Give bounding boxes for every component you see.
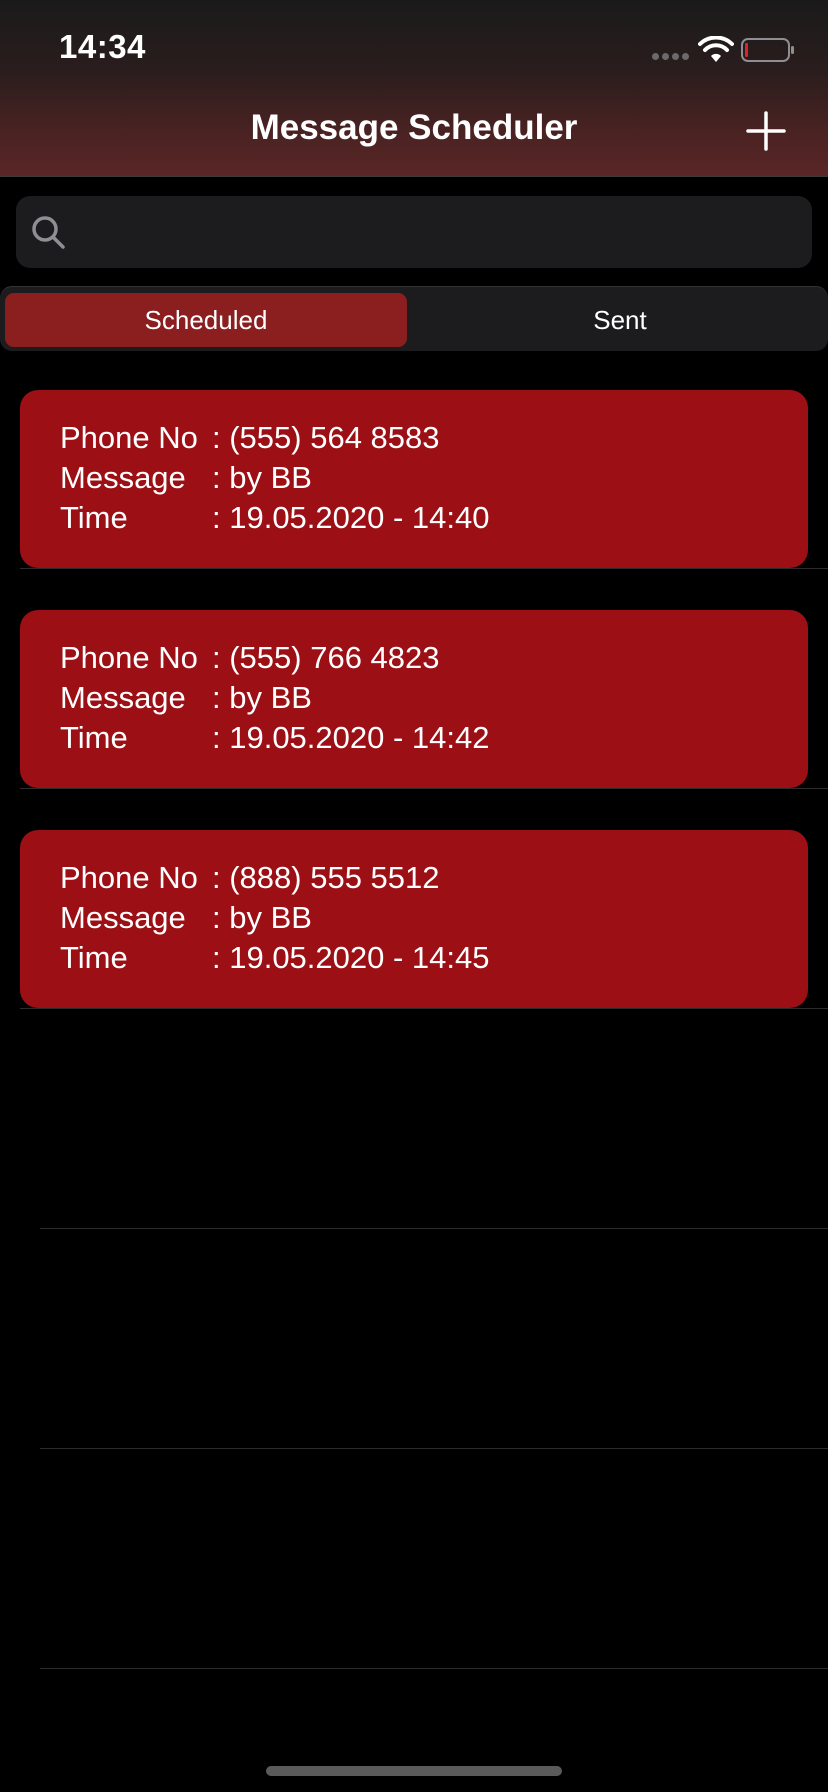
- row-separator: [20, 1008, 828, 1009]
- tab-sent[interactable]: Sent: [416, 293, 824, 347]
- search-input[interactable]: [78, 206, 802, 260]
- scheduled-message-card[interactable]: Phone No: (888) 555 5512 Message: by BB …: [20, 830, 808, 1008]
- message-label: Message: [60, 460, 186, 495]
- time-value: : 19.05.2020 - 14:40: [212, 500, 490, 535]
- time-row: Time : 19.05.2020 - 14:45: [60, 940, 490, 976]
- phone-value: : (555) 564 8583: [212, 420, 440, 455]
- search-icon: [32, 216, 65, 249]
- tab-scheduled[interactable]: Scheduled: [5, 293, 407, 347]
- cellular-signal-icon: [652, 53, 692, 63]
- time-label: Time: [60, 500, 128, 535]
- phone-row: Phone No : (555) 766 4823: [60, 640, 440, 676]
- row-separator: [20, 568, 828, 569]
- row-separator: [20, 788, 828, 789]
- navigation-bar: 14:34 Message Scheduler: [0, 0, 828, 177]
- message-value: : by BB: [212, 680, 312, 715]
- wifi-icon: [698, 36, 734, 62]
- scheduled-message-card[interactable]: Phone No: (555) 766 4823 Message: by BB …: [20, 610, 808, 788]
- phone-value: : (555) 766 4823: [212, 640, 440, 675]
- time-row: Time : 19.05.2020 - 14:40: [60, 500, 490, 536]
- status-time: 14:34: [59, 28, 146, 65]
- row-separator: [40, 1448, 828, 1449]
- time-value: : 19.05.2020 - 14:42: [212, 720, 490, 755]
- home-indicator[interactable]: [266, 1766, 562, 1776]
- battery-icon: [741, 38, 794, 62]
- time-row: Time : 19.05.2020 - 14:42: [60, 720, 490, 756]
- row-separator: [40, 1668, 828, 1669]
- phone-label: Phone No: [60, 860, 198, 895]
- message-value: : by BB: [212, 460, 312, 495]
- scheduled-message-card[interactable]: Phone No: (555) 564 8583 Message: by BB …: [20, 390, 808, 568]
- phone-label: Phone No: [60, 640, 198, 675]
- phone-value: : (888) 555 5512: [212, 860, 440, 895]
- search-bar[interactable]: [16, 196, 812, 268]
- message-row: Message : by BB: [60, 460, 312, 496]
- message-label: Message: [60, 680, 186, 715]
- add-message-button[interactable]: [744, 109, 788, 153]
- phone-row: Phone No : (888) 555 5512: [60, 860, 440, 896]
- phone-row: Phone No : (555) 564 8583: [60, 420, 440, 456]
- time-value: : 19.05.2020 - 14:45: [212, 940, 490, 975]
- page-title: Message Scheduler: [250, 108, 578, 147]
- phone-label: Phone No: [60, 420, 198, 455]
- segmented-control: Scheduled Sent: [0, 286, 828, 351]
- message-value: : by BB: [212, 900, 312, 935]
- message-row: Message : by BB: [60, 900, 312, 936]
- message-row: Message : by BB: [60, 680, 312, 716]
- time-label: Time: [60, 720, 128, 755]
- time-label: Time: [60, 940, 128, 975]
- message-label: Message: [60, 900, 186, 935]
- row-separator: [40, 1228, 828, 1229]
